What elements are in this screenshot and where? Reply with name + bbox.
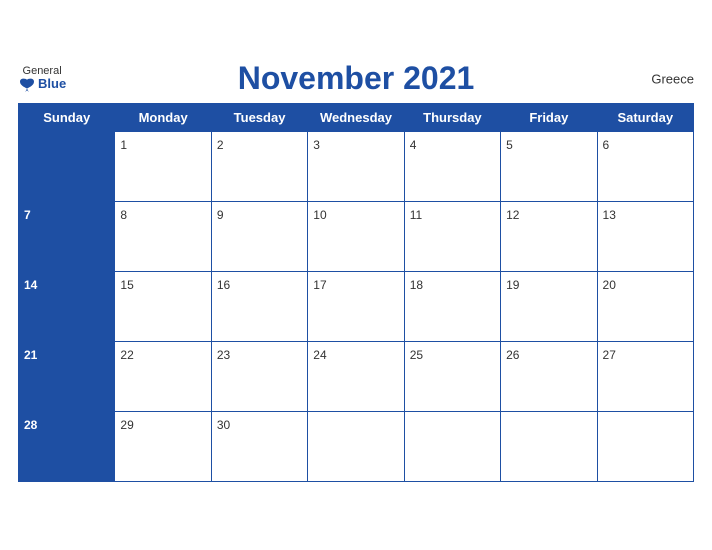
day-number: 2: [217, 138, 224, 152]
day-number: 22: [120, 348, 133, 362]
day-number: 12: [506, 208, 519, 222]
logo-blue-text: Blue: [18, 77, 66, 91]
day-number: 30: [217, 418, 230, 432]
day-number: 29: [120, 418, 133, 432]
calendar-cell: [19, 132, 115, 202]
day-number: 6: [603, 138, 610, 152]
calendar-cell: [501, 412, 597, 482]
day-number: 13: [603, 208, 616, 222]
page-title: November 2021: [238, 60, 475, 97]
calendar-cell: [597, 412, 693, 482]
calendar-cell: 14: [19, 272, 115, 342]
calendar-header: General Blue November 2021 Greece: [18, 60, 694, 97]
day-number: 10: [313, 208, 326, 222]
calendar-cell: 7: [19, 202, 115, 272]
day-number: 16: [217, 278, 230, 292]
calendar-cell: 29: [115, 412, 211, 482]
calendar-table: Sunday Monday Tuesday Wednesday Thursday…: [18, 103, 694, 482]
day-number: 20: [603, 278, 616, 292]
day-number: 28: [24, 418, 37, 432]
day-number: 7: [24, 208, 31, 222]
day-number: 21: [24, 348, 37, 362]
calendar-cell: 20: [597, 272, 693, 342]
calendar-cell: 18: [404, 272, 500, 342]
calendar-cell: 17: [308, 272, 404, 342]
logo-bird-icon: [18, 78, 36, 92]
calendar-cell: 2: [211, 132, 307, 202]
day-number: 4: [410, 138, 417, 152]
calendar-cell: 28: [19, 412, 115, 482]
day-number: 24: [313, 348, 326, 362]
calendar-cell: 3: [308, 132, 404, 202]
day-number: 3: [313, 138, 320, 152]
day-number: 25: [410, 348, 423, 362]
day-number: 15: [120, 278, 133, 292]
weekday-header-row: Sunday Monday Tuesday Wednesday Thursday…: [19, 104, 694, 132]
day-number: 23: [217, 348, 230, 362]
calendar-cell: 9: [211, 202, 307, 272]
day-number: 18: [410, 278, 423, 292]
calendar-cell: 27: [597, 342, 693, 412]
calendar-cell: [404, 412, 500, 482]
calendar-cell: 15: [115, 272, 211, 342]
calendar-cell: 24: [308, 342, 404, 412]
calendar-body: 1234567891011121314151617181920212223242…: [19, 132, 694, 482]
calendar-cell: 19: [501, 272, 597, 342]
calendar-cell: 30: [211, 412, 307, 482]
calendar-cell: 1: [115, 132, 211, 202]
table-row: 14 15 16 17 18 19 20: [19, 272, 694, 342]
header-tuesday: Tuesday: [211, 104, 307, 132]
day-number: 9: [217, 208, 224, 222]
calendar-cell: 25: [404, 342, 500, 412]
calendar-cell: 10: [308, 202, 404, 272]
calendar-cell: [308, 412, 404, 482]
day-number: 19: [506, 278, 519, 292]
day-number: 26: [506, 348, 519, 362]
table-row: 21 22 23 24 25 26 27: [19, 342, 694, 412]
header-sunday: Sunday: [19, 104, 115, 132]
calendar-cell: 5: [501, 132, 597, 202]
calendar-cell: 6: [597, 132, 693, 202]
logo: General Blue: [18, 65, 66, 91]
calendar-cell: 22: [115, 342, 211, 412]
calendar-cell: 23: [211, 342, 307, 412]
calendar-container: General Blue November 2021 Greece Sunday…: [0, 50, 712, 500]
day-number: 27: [603, 348, 616, 362]
day-number: 11: [410, 208, 422, 222]
table-row: 1 2 3 4 5 6: [19, 132, 694, 202]
calendar-cell: 26: [501, 342, 597, 412]
header-monday: Monday: [115, 104, 211, 132]
header-friday: Friday: [501, 104, 597, 132]
header-saturday: Saturday: [597, 104, 693, 132]
calendar-cell: 16: [211, 272, 307, 342]
calendar-cell: 12: [501, 202, 597, 272]
country-label: Greece: [651, 71, 694, 86]
day-number: 5: [506, 138, 513, 152]
calendar-cell: 13: [597, 202, 693, 272]
calendar-cell: 11: [404, 202, 500, 272]
calendar-cell: 21: [19, 342, 115, 412]
day-number: 8: [120, 208, 127, 222]
calendar-cell: 4: [404, 132, 500, 202]
header-thursday: Thursday: [404, 104, 500, 132]
table-row: 7 8 9 10 11 12 13: [19, 202, 694, 272]
day-number: 14: [24, 278, 37, 292]
day-number: 17: [313, 278, 326, 292]
header-wednesday: Wednesday: [308, 104, 404, 132]
day-number: 1: [120, 138, 127, 152]
table-row: 28 29 30: [19, 412, 694, 482]
calendar-cell: 8: [115, 202, 211, 272]
